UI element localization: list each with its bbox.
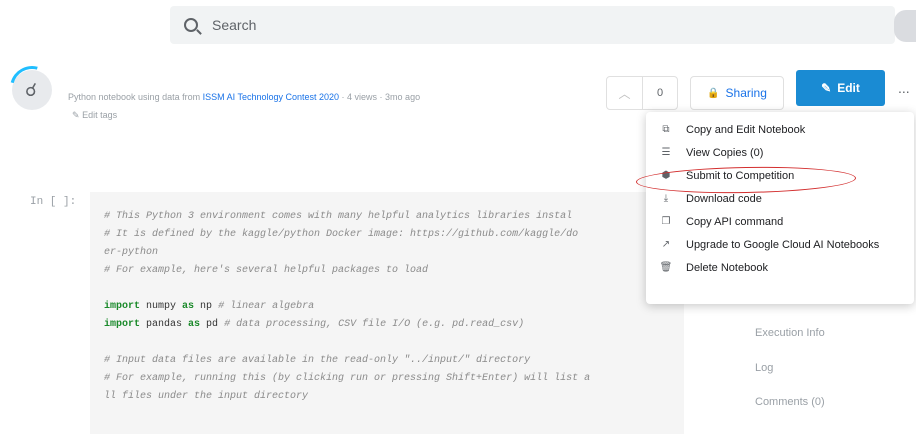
edit-label: Edit xyxy=(837,81,860,95)
sidebar-item-log[interactable]: Log xyxy=(755,362,773,374)
upvote-button[interactable]: ︿ xyxy=(607,77,643,109)
more-options-button[interactable]: ... xyxy=(898,80,910,96)
menu-item-copy-api[interactable]: ❐ Copy API command xyxy=(646,210,914,233)
edit-tags-link[interactable]: ✎ Edit tags xyxy=(72,110,117,121)
code-comment: # linear algebra xyxy=(218,301,315,312)
menu-item-label: Copy API command xyxy=(686,215,784,228)
menu-item-label: Download code xyxy=(686,192,762,205)
search-bar[interactable]: Search xyxy=(170,6,895,44)
code-line: er-python xyxy=(104,247,159,258)
menu-item-label: Upgrade to Google Cloud AI Notebooks xyxy=(686,238,880,251)
keyword: import xyxy=(104,301,141,312)
meta-suffix: · 4 views · 3mo ago xyxy=(341,92,421,102)
dataset-link[interactable]: ISSM AI Technology Contest 2020 xyxy=(203,92,339,102)
sidebar-item-execution-info[interactable]: Execution Info xyxy=(755,327,825,339)
code-line: # For example, running this (by clicking… xyxy=(104,373,591,384)
sharing-label: Sharing xyxy=(725,86,767,100)
code-cell[interactable]: # This Python 3 environment comes with m… xyxy=(90,192,684,434)
user-avatar[interactable] xyxy=(894,10,916,42)
code-line: import pandas as pd # data processing, C… xyxy=(104,316,684,334)
code-line: ll files under the input directory xyxy=(104,391,309,402)
code-text: pandas xyxy=(140,319,189,330)
code-text: pd xyxy=(200,319,225,330)
lock-icon: 🔒 xyxy=(707,87,720,99)
menu-item-label: Delete Notebook xyxy=(686,261,768,274)
meta-prefix: Python notebook using data from xyxy=(68,92,201,102)
owner-avatar[interactable]: ☌ xyxy=(1,57,63,119)
menu-item-copy-edit[interactable]: ⧉ Copy and Edit Notebook xyxy=(646,118,914,141)
sharing-button[interactable]: 🔒 Sharing xyxy=(690,76,784,110)
menu-item-delete[interactable]: 🗑 Delete Notebook xyxy=(646,256,914,279)
chevron-up-icon: ︿ xyxy=(618,86,631,101)
copy-api-icon: ❐ xyxy=(661,216,671,227)
vote-control: ︿ 0 xyxy=(606,76,678,110)
search-placeholder: Search xyxy=(212,17,257,33)
keyword: import xyxy=(104,319,141,330)
pencil-icon: ✎ xyxy=(821,81,832,95)
notebook-meta: Python notebook using data from ISSM AI … xyxy=(68,92,420,102)
menu-item-upgrade-cloud[interactable]: ↗ Upgrade to Google Cloud AI Notebooks xyxy=(646,233,914,256)
trash-icon: 🗑 xyxy=(659,262,673,273)
edit-button[interactable]: ✎ Edit xyxy=(796,70,885,106)
pencil-icon: ✎ xyxy=(72,110,80,120)
code-text: np xyxy=(194,301,219,312)
notebook-options-menu: ⧉ Copy and Edit Notebook ☰ View Copies (… xyxy=(646,112,914,304)
download-icon: ⤓ xyxy=(663,193,669,204)
list-icon: ☰ xyxy=(661,147,671,158)
menu-item-view-copies[interactable]: ☰ View Copies (0) xyxy=(646,141,914,164)
vote-count: 0 xyxy=(656,87,664,99)
edit-tags-label: Edit tags xyxy=(82,110,118,120)
code-line: import numpy as np # linear algebra xyxy=(104,298,684,316)
code-line: # It is defined by the kaggle/python Doc… xyxy=(104,229,579,240)
external-link-icon: ↗ xyxy=(661,239,671,250)
code-line: # For example, here's several helpful pa… xyxy=(104,265,429,276)
code-comment: # data processing, CSV file I/O (e.g. pd… xyxy=(224,319,525,330)
keyword: as xyxy=(182,301,195,312)
keyword: as xyxy=(188,319,201,330)
code-line: # Input data files are available in the … xyxy=(104,355,531,366)
menu-item-label: View Copies (0) xyxy=(686,146,764,159)
user-icon: ☌ xyxy=(25,80,38,100)
menu-item-label: Copy and Edit Notebook xyxy=(686,123,806,136)
copy-icon: ⧉ xyxy=(662,124,670,135)
cell-prompt: In [ ]: xyxy=(30,196,77,208)
sidebar-item-comments[interactable]: Comments (0) xyxy=(755,396,825,408)
code-line: # This Python 3 environment comes with m… xyxy=(104,211,573,222)
code-text: numpy xyxy=(140,301,183,312)
search-icon xyxy=(184,18,198,32)
